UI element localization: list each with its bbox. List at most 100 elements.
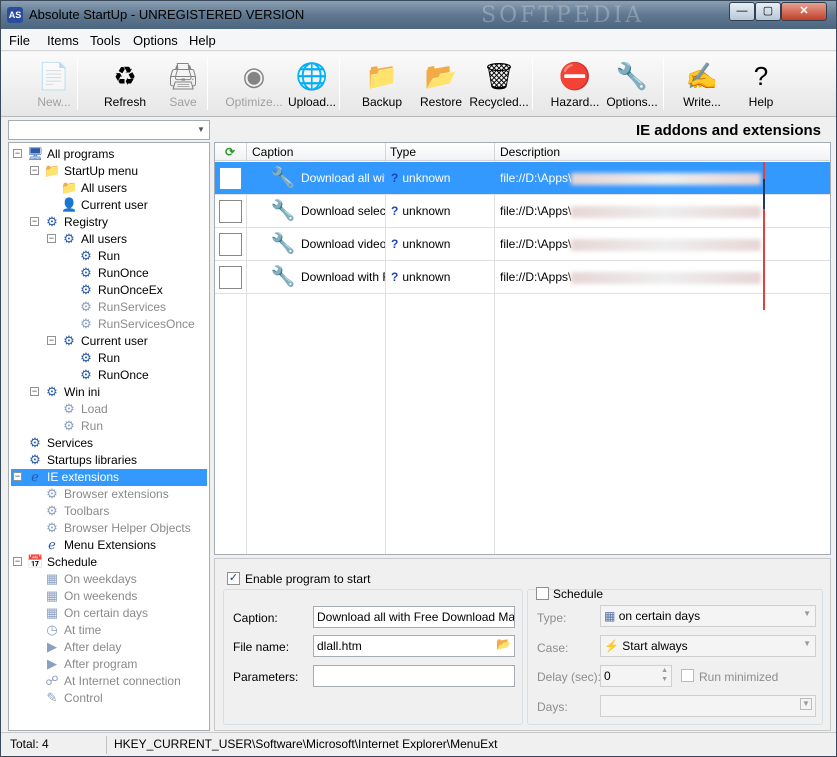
tree-node-icon: ◷ xyxy=(46,622,58,637)
tree-item[interactable]: ℯ Menu Extensions xyxy=(11,537,178,554)
recycled-button[interactable]: 🗑 Recycled... xyxy=(466,56,532,114)
column-caption[interactable]: Caption xyxy=(252,145,293,159)
redacted-path xyxy=(571,205,762,218)
tree-item[interactable]: ◷ At time xyxy=(11,622,178,639)
column-type[interactable]: Type xyxy=(390,145,416,159)
tree-item[interactable]: ▦ On weekdays xyxy=(11,571,178,588)
filename-field[interactable]: dlall.htm 📂 xyxy=(313,635,515,657)
menu-file[interactable]: File xyxy=(9,33,30,48)
chevron-down-icon[interactable]: ▼ xyxy=(193,121,209,139)
table-row[interactable]: 🔧 Download video with Free Download Manag… xyxy=(215,228,830,261)
upload-button[interactable]: 🌐 Upload... xyxy=(279,56,345,114)
type-select[interactable]: ▦ on certain days ▼ xyxy=(600,605,816,627)
enable-checkbox[interactable]: ✓ xyxy=(227,572,240,585)
tree-item-label: Run xyxy=(81,419,104,433)
close-button[interactable]: ✕ xyxy=(781,2,827,21)
maximize-button[interactable]: ▢ xyxy=(755,2,781,21)
tree-item[interactable]: − ⚙ Win ini xyxy=(11,384,178,401)
toolbar-separator xyxy=(77,58,78,110)
row-caption: Download video with Free Download Manage… xyxy=(301,237,385,251)
filter-combo[interactable]: ▼ xyxy=(8,120,210,140)
parameters-field[interactable] xyxy=(313,665,515,687)
tree-item[interactable]: ⚙ Run xyxy=(11,418,195,435)
tree-item[interactable]: ⚙ Run xyxy=(11,350,209,367)
tree-item[interactable]: ⚙ Browser Helper Objects xyxy=(11,520,191,537)
case-select[interactable]: ⚡ Start always ▼ xyxy=(600,635,816,657)
column-description[interactable]: Description xyxy=(500,145,560,159)
tree-item[interactable]: ⚙ RunOnce xyxy=(11,367,209,384)
chevron-down-icon[interactable]: ▼ xyxy=(803,609,811,618)
collapse-toggle-icon[interactable]: − xyxy=(47,336,56,345)
menu-options[interactable]: Options xyxy=(133,33,178,48)
menu-help[interactable]: Help xyxy=(189,33,216,48)
backup-button[interactable]: 📁 Backup xyxy=(349,56,415,114)
tree-item[interactable]: − ⚙ All users xyxy=(11,231,195,248)
delay-value: 0 xyxy=(604,669,611,683)
optimize-button[interactable]: ◉ Optimize... xyxy=(221,56,287,114)
delay-spinner[interactable]: 0 ▲ ▼ xyxy=(600,665,672,687)
tree-item[interactable]: − ℯ IE extensions xyxy=(11,469,207,486)
collapse-toggle-icon[interactable]: − xyxy=(30,217,39,226)
spinner-arrows-icon[interactable]: ▲ ▼ xyxy=(661,666,668,684)
tree-item[interactable]: ⚙ Services xyxy=(11,435,161,452)
collapse-toggle-icon[interactable]: − xyxy=(13,557,22,566)
days-field[interactable]: ▼ xyxy=(600,695,816,717)
chevron-down-icon[interactable]: ▼ xyxy=(800,698,812,710)
tree-item[interactable]: ▦ On weekends xyxy=(11,588,178,605)
write-button[interactable]: ✍ Write... xyxy=(669,56,735,114)
table-row[interactable]: 🔧 Download all with Free Download Manager… xyxy=(215,162,830,195)
tree-item[interactable]: ⚙ RunServices xyxy=(11,299,209,316)
tree-item[interactable]: 👤 Current user xyxy=(11,197,195,214)
run-minimized-checkbox[interactable] xyxy=(681,669,694,682)
tree-node-icon: ▦ xyxy=(45,588,59,603)
collapse-toggle-icon[interactable]: − xyxy=(30,387,39,396)
tree-item[interactable]: ⚙ RunOnce xyxy=(11,265,209,282)
tree-item[interactable]: ⚙ Toolbars xyxy=(11,503,178,520)
refresh-button[interactable]: ♻ Refresh xyxy=(92,56,158,114)
restore-button[interactable]: 📂 Restore xyxy=(408,56,474,114)
help-button[interactable]: ? Help xyxy=(728,56,794,114)
collapse-toggle-icon[interactable]: − xyxy=(13,472,22,481)
tree-item-label: All programs xyxy=(47,147,115,161)
tree-item[interactable]: ⚙ Startups libraries xyxy=(11,452,161,469)
tree-item[interactable]: ▦ On certain days xyxy=(11,605,178,622)
row-enable-checkbox[interactable] xyxy=(219,200,242,223)
tree-node-icon: ⚙ xyxy=(46,214,58,229)
row-enable-checkbox[interactable] xyxy=(219,233,242,256)
tree-item[interactable]: ⚙ RunOnceEx xyxy=(11,282,209,299)
tree-item[interactable]: ✎ Control xyxy=(11,690,178,707)
caption-field[interactable]: Download all with Free Download Manag xyxy=(313,606,515,628)
chevron-down-icon[interactable]: ▼ xyxy=(803,639,811,648)
options-button[interactable]: 🔧 Options... xyxy=(599,56,665,114)
browse-folder-icon[interactable]: 📂 xyxy=(496,637,511,651)
enable-column-icon[interactable]: ⟳ xyxy=(225,145,235,159)
tree-item[interactable]: ⚙ Run xyxy=(11,248,209,265)
title-bar[interactable]: AS Absolute StartUp - UNREGISTERED VERSI… xyxy=(1,1,836,29)
collapse-toggle-icon[interactable]: − xyxy=(13,149,22,158)
schedule-checkbox[interactable] xyxy=(536,587,549,600)
tree-item[interactable]: − 📅 Schedule xyxy=(11,554,161,571)
tree-item[interactable]: − ⚙ Registry xyxy=(11,214,178,231)
tree-item[interactable]: − ⚙ Current user xyxy=(11,333,195,350)
tree-item[interactable]: ▶ After delay xyxy=(11,639,178,656)
table-row[interactable]: 🔧 Download selected with Free Download Ma… xyxy=(215,195,830,228)
tree-item[interactable]: ⚙ RunServicesOnce xyxy=(11,316,209,333)
row-enable-checkbox[interactable] xyxy=(219,266,242,289)
table-row[interactable]: 🔧Download with Free Download Manager?unk… xyxy=(215,261,830,294)
tree-item[interactable]: − 📁 StartUp menu xyxy=(11,163,178,180)
menu-tools[interactable]: Tools xyxy=(90,33,120,48)
tree-item[interactable]: ⚙ Load xyxy=(11,401,195,418)
menu-items[interactable]: Items xyxy=(47,33,79,48)
tree-item[interactable]: ▶ After program xyxy=(11,656,178,673)
help-icon: ? xyxy=(753,61,769,91)
minimize-button[interactable]: — xyxy=(729,2,755,21)
tree-node-icon: ⚙ xyxy=(80,265,92,280)
row-enable-checkbox[interactable] xyxy=(219,167,242,190)
tree-item[interactable]: ☍ At Internet connection xyxy=(11,673,180,690)
tree-item[interactable]: 📁 All users xyxy=(11,180,195,197)
tree-item[interactable]: ⚙ Browser extensions xyxy=(11,486,178,503)
recycled-label: Recycled... xyxy=(469,95,529,109)
collapse-toggle-icon[interactable]: − xyxy=(47,234,56,243)
tree-item[interactable]: − 🖥 All programs xyxy=(11,146,161,163)
collapse-toggle-icon[interactable]: − xyxy=(30,166,39,175)
